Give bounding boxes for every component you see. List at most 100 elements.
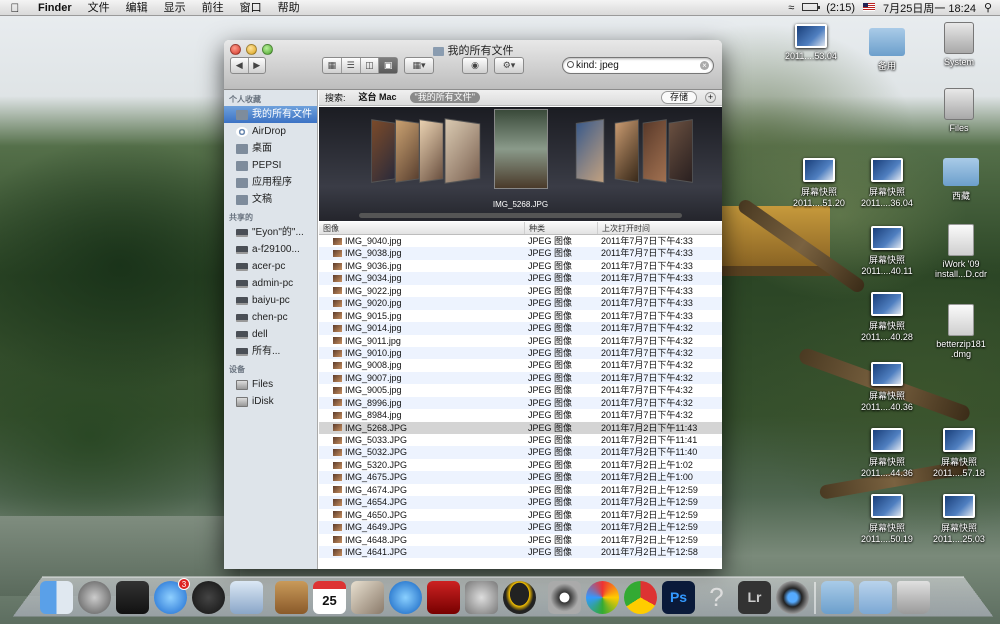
desktop-icon-screenshot[interactable]: 屏幕快照 2011....50.19 <box>852 494 922 544</box>
forward-button[interactable]: ▶ <box>249 58 266 73</box>
sidebar-item-applications[interactable]: 应用程序 <box>224 174 317 191</box>
window-titlebar[interactable]: 我的所有文件 ◀ ▶ ▦ ☰ ◫ ▣ ▦▾ ◉ ⚙▾ kind: jpeg × <box>224 40 722 90</box>
table-row[interactable]: IMG_8996.jpg JPEG 图像 2011年7月7日下午4:32 <box>319 396 722 410</box>
desktop-icon-screenshot[interactable]: 屏幕快照 2011....25.03 <box>924 494 994 544</box>
table-row[interactable]: IMG_9014.jpg JPEG 图像 2011年7月7日下午4:32 <box>319 322 722 335</box>
table-row[interactable]: IMG_9005.jpg JPEG 图像 2011年7月7日下午4:32 <box>319 384 722 396</box>
desktop-icon-screenshot[interactable]: 屏幕快照 2011....40.11 <box>852 226 922 276</box>
photo-booth-icon[interactable] <box>427 581 460 614</box>
table-row[interactable]: IMG_4649.JPG JPEG 图像 2011年7月2日上午12:59 <box>319 521 722 534</box>
picasa-icon[interactable] <box>586 581 619 614</box>
cover-flow-thumbnail[interactable] <box>575 118 605 184</box>
ical-icon[interactable]: 25 <box>313 581 346 614</box>
column-view-icon[interactable]: ◫ <box>361 58 380 73</box>
column-header-kind[interactable]: 种类 <box>524 222 597 234</box>
applications-stack-icon[interactable] <box>821 581 854 614</box>
table-row[interactable]: IMG_5032.JPG JPEG 图像 2011年7月2日下午11:40 <box>319 446 722 459</box>
search-input[interactable]: kind: jpeg × <box>562 57 714 74</box>
desktop-icon-screenshot[interactable]: 屏幕快照 2011....51.20 <box>784 158 854 208</box>
wifi-icon[interactable]: ≈ <box>788 2 794 14</box>
desktop-icon-screenshot[interactable]: 屏幕快照 2011....36.04 <box>852 158 922 208</box>
cover-flow-thumbnail[interactable] <box>395 119 420 183</box>
desktop-icon-document[interactable]: betterzip181 .dmg <box>926 304 996 359</box>
input-source-flag-icon[interactable] <box>863 2 875 14</box>
table-row[interactable]: IMG_4674.JPG JPEG 图像 2011年7月2日上午12:59 <box>319 484 722 496</box>
iphoto-icon[interactable] <box>351 581 384 614</box>
clock[interactable]: 7月25日周一 18:24 <box>883 0 976 16</box>
table-row[interactable]: IMG_9034.jpg JPEG 图像 2011年7月7日下午4:33 <box>319 272 722 285</box>
sidebar-item-shared-all[interactable]: 所有... <box>224 343 317 360</box>
table-row[interactable]: IMG_4641.JPG JPEG 图像 2011年7月2日上午12:58 <box>319 545 722 559</box>
desktop-icon-document[interactable]: iWork '09 install...D.cdr <box>926 224 996 279</box>
chrome-icon[interactable] <box>624 581 657 614</box>
spotlight-search-icon[interactable]: ⚲ <box>984 1 992 14</box>
sidebar-item-device-idisk[interactable]: iDisk <box>224 393 317 410</box>
help-icon[interactable]: ? <box>700 581 733 614</box>
desktop-icon-screenshot[interactable]: 屏幕快照 2011....57.18 <box>924 428 994 478</box>
table-row[interactable]: IMG_9020.jpg JPEG 图像 2011年7月7日下午4:33 <box>319 297 722 310</box>
column-header-name[interactable]: 图像 <box>319 222 524 234</box>
app-store-icon[interactable]: 3 <box>154 578 190 614</box>
desktop-icon-drive[interactable]: System <box>924 22 994 67</box>
table-row[interactable]: IMG_9022.jpg JPEG 图像 2011年7月7日下午4:33 <box>319 285 722 297</box>
menu-file[interactable]: 文件 <box>80 0 118 16</box>
menu-window[interactable]: 窗口 <box>232 0 270 16</box>
cover-flow-thumbnail[interactable] <box>444 118 481 184</box>
table-row[interactable]: IMG_9008.jpg JPEG 图像 2011年7月7日下午4:32 <box>319 359 722 371</box>
desktop-icon-screenshot[interactable]: 屏幕快照 2011....44.36 <box>852 428 922 478</box>
mission-control-icon[interactable] <box>116 581 149 614</box>
table-row[interactable]: IMG_4650.JPG JPEG 图像 2011年7月2日上午12:59 <box>319 509 722 521</box>
trash-icon[interactable] <box>897 581 930 614</box>
cover-flow-selected-image[interactable] <box>494 109 548 189</box>
sidebar-item-shared[interactable]: admin-pc <box>224 275 317 292</box>
table-row[interactable]: IMG_8984.jpg JPEG 图像 2011年7月7日下午4:32 <box>319 409 722 421</box>
sidebar-item-shared[interactable]: "Eyon"的"... <box>224 224 317 241</box>
lightroom-icon[interactable]: Lr <box>738 581 771 614</box>
camera-icon[interactable] <box>776 581 809 614</box>
desktop-icon-screenshot[interactable]: 2011....53.04 <box>776 24 846 61</box>
desktop-icon-screenshot[interactable]: 屏幕快照 2011....40.36 <box>852 362 922 412</box>
menu-app-name[interactable]: Finder <box>30 0 80 16</box>
launchpad-icon[interactable] <box>78 581 111 614</box>
scope-this-mac[interactable]: 这台 Mac <box>354 92 402 103</box>
finder-icon[interactable] <box>40 581 73 614</box>
sidebar-item-device-files[interactable]: Files <box>224 376 317 393</box>
table-row[interactable]: IMG_4675.JPG JPEG 图像 2011年7月2日上午1:00 <box>319 471 722 484</box>
qq-icon[interactable] <box>503 581 536 614</box>
save-search-button[interactable]: 存储 <box>660 91 697 104</box>
system-preferences-icon[interactable] <box>465 581 498 614</box>
cover-flow-thumbnail[interactable] <box>642 119 667 183</box>
apple-menu-icon[interactable]:  <box>0 1 30 15</box>
mail-icon[interactable] <box>230 581 263 614</box>
address-book-icon[interactable] <box>275 581 308 614</box>
cover-flow-thumbnail[interactable] <box>614 119 639 183</box>
cover-flow-view[interactable]: IMG_5268.JPG <box>319 107 722 221</box>
photoshop-icon[interactable]: Ps <box>662 581 695 614</box>
sidebar-item-shared[interactable]: baiyu-pc <box>224 292 317 309</box>
table-row[interactable]: IMG_9015.jpg JPEG 图像 2011年7月7日下午4:33 <box>319 310 722 322</box>
table-row[interactable]: IMG_9011.jpg JPEG 图像 2011年7月7日下午4:32 <box>319 335 722 347</box>
sidebar-item-all-my-files[interactable]: 我的所有文件 <box>224 106 317 123</box>
desktop-icon-folder[interactable]: 西藏 <box>926 158 996 202</box>
battery-time[interactable]: (2:15) <box>826 2 855 14</box>
desktop-icon-drive[interactable]: Files <box>924 88 994 133</box>
cover-flow-thumbnail[interactable] <box>668 119 693 183</box>
menu-view[interactable]: 显示 <box>156 0 194 16</box>
sidebar-item-desktop[interactable]: 桌面 <box>224 140 317 157</box>
list-view-icon[interactable]: ☰ <box>342 58 361 73</box>
sidebar-item-shared[interactable]: a-f29100... <box>224 241 317 258</box>
table-row[interactable]: IMG_9040.jpg JPEG 图像 2011年7月7日下午4:33 <box>319 235 722 247</box>
menu-go[interactable]: 前往 <box>194 0 232 16</box>
sidebar-item-documents[interactable]: 文稿 <box>224 191 317 208</box>
cover-flow-thumbnail[interactable] <box>419 119 444 183</box>
table-row[interactable]: IMG_4648.JPG JPEG 图像 2011年7月2日上午12:59 <box>319 534 722 546</box>
dashboard-icon[interactable] <box>192 581 225 614</box>
cover-flow-view-icon[interactable]: ▣ <box>379 58 397 73</box>
table-row[interactable]: IMG_5033.JPG JPEG 图像 2011年7月2日下午11:41 <box>319 434 722 446</box>
table-row[interactable]: IMG_5320.JPG JPEG 图像 2011年7月2日上午1:02 <box>319 459 722 471</box>
sidebar-item-home[interactable]: PEPSI <box>224 157 317 174</box>
desktop-icon-folder[interactable]: 备用 <box>852 28 922 72</box>
cover-flow-scrollbar[interactable] <box>359 213 682 218</box>
table-row[interactable]: IMG_9010.jpg JPEG 图像 2011年7月7日下午4:32 <box>319 346 722 360</box>
documents-stack-icon[interactable] <box>859 581 892 614</box>
